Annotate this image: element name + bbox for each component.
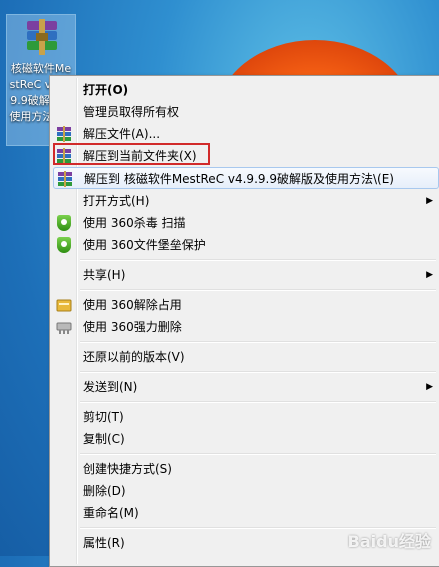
winrar-icon [57, 126, 71, 142]
menu-item-360-scan[interactable]: 使用 360杀毒 扫描 [53, 212, 439, 234]
menu-item-360-force-delete[interactable]: 使用 360强力删除 [53, 316, 439, 338]
menu-item-extract-to-folder[interactable]: 解压到 核磁软件MestReC v4.9.9.9破解版及使用方法\(E) [53, 167, 439, 189]
menu-separator [80, 371, 436, 373]
menu-item-label: 使用 360强力删除 [83, 320, 182, 334]
menu-item-label: 使用 360杀毒 扫描 [83, 216, 186, 230]
submenu-arrow-icon: ▶ [426, 270, 433, 280]
menu-item-open-with[interactable]: 打开方式(H) ▶ [53, 190, 439, 212]
menu-item-send-to[interactable]: 发送到(N) ▶ [53, 376, 439, 398]
baidu-watermark: Baidu经验 [347, 532, 431, 551]
menu-item-label: 复制(C) [83, 432, 125, 446]
menu-item-label: 打开(O) [83, 83, 129, 97]
menu-item-label: 使用 360解除占用 [83, 298, 182, 312]
menu-item-label: 解压到 核磁软件MestReC v4.9.9.9破解版及使用方法\(E) [84, 172, 394, 186]
menu-item-label: 创建快捷方式(S) [83, 462, 172, 476]
menu-item-delete[interactable]: 删除(D) [53, 480, 439, 502]
menu-item-rename[interactable]: 重命名(M) [53, 502, 439, 524]
menu-item-create-shortcut[interactable]: 创建快捷方式(S) [53, 458, 439, 480]
menu-item-label: 重命名(M) [83, 506, 139, 520]
submenu-arrow-icon: ▶ [426, 382, 433, 392]
menu-item-label: 属性(R) [83, 536, 125, 550]
menu-separator [80, 289, 436, 291]
360-shield-icon [56, 215, 72, 231]
menu-item-360-protect[interactable]: 使用 360文件堡垒保护 [53, 234, 439, 256]
submenu-arrow-icon: ▶ [426, 196, 433, 206]
menu-item-cut[interactable]: 剪切(T) [53, 406, 439, 428]
360-unlock-icon [56, 299, 72, 312]
menu-item-label: 还原以前的版本(V) [83, 350, 185, 364]
menu-item-label: 剪切(T) [83, 410, 124, 424]
menu-item-label: 解压文件(A)... [83, 127, 161, 141]
menu-separator [80, 341, 436, 343]
menu-separator [80, 401, 436, 403]
360-shield-icon [56, 237, 72, 253]
menu-item-label: 删除(D) [83, 484, 126, 498]
menu-item-open[interactable]: 打开(O) [53, 79, 439, 101]
highlight-annotation-box [53, 143, 210, 165]
menu-item-extract-files[interactable]: 解压文件(A)... [53, 123, 439, 145]
winrar-archive-icon [27, 19, 57, 55]
menu-separator [80, 453, 436, 455]
menu-item-label: 打开方式(H) [83, 194, 150, 208]
360-shredder-icon [56, 322, 72, 334]
menu-item-restore-versions[interactable]: 还原以前的版本(V) [53, 346, 439, 368]
menu-item-take-ownership[interactable]: 管理员取得所有权 [53, 101, 439, 123]
winrar-icon [58, 171, 72, 187]
menu-item-copy[interactable]: 复制(C) [53, 428, 439, 450]
menu-item-label: 发送到(N) [83, 380, 138, 394]
menu-separator [80, 259, 436, 261]
menu-item-label: 共享(H) [83, 268, 126, 282]
menu-item-share[interactable]: 共享(H) ▶ [53, 264, 439, 286]
menu-item-label: 管理员取得所有权 [83, 105, 180, 119]
menu-item-label: 使用 360文件堡垒保护 [83, 238, 206, 252]
menu-item-360-unlock[interactable]: 使用 360解除占用 [53, 294, 439, 316]
